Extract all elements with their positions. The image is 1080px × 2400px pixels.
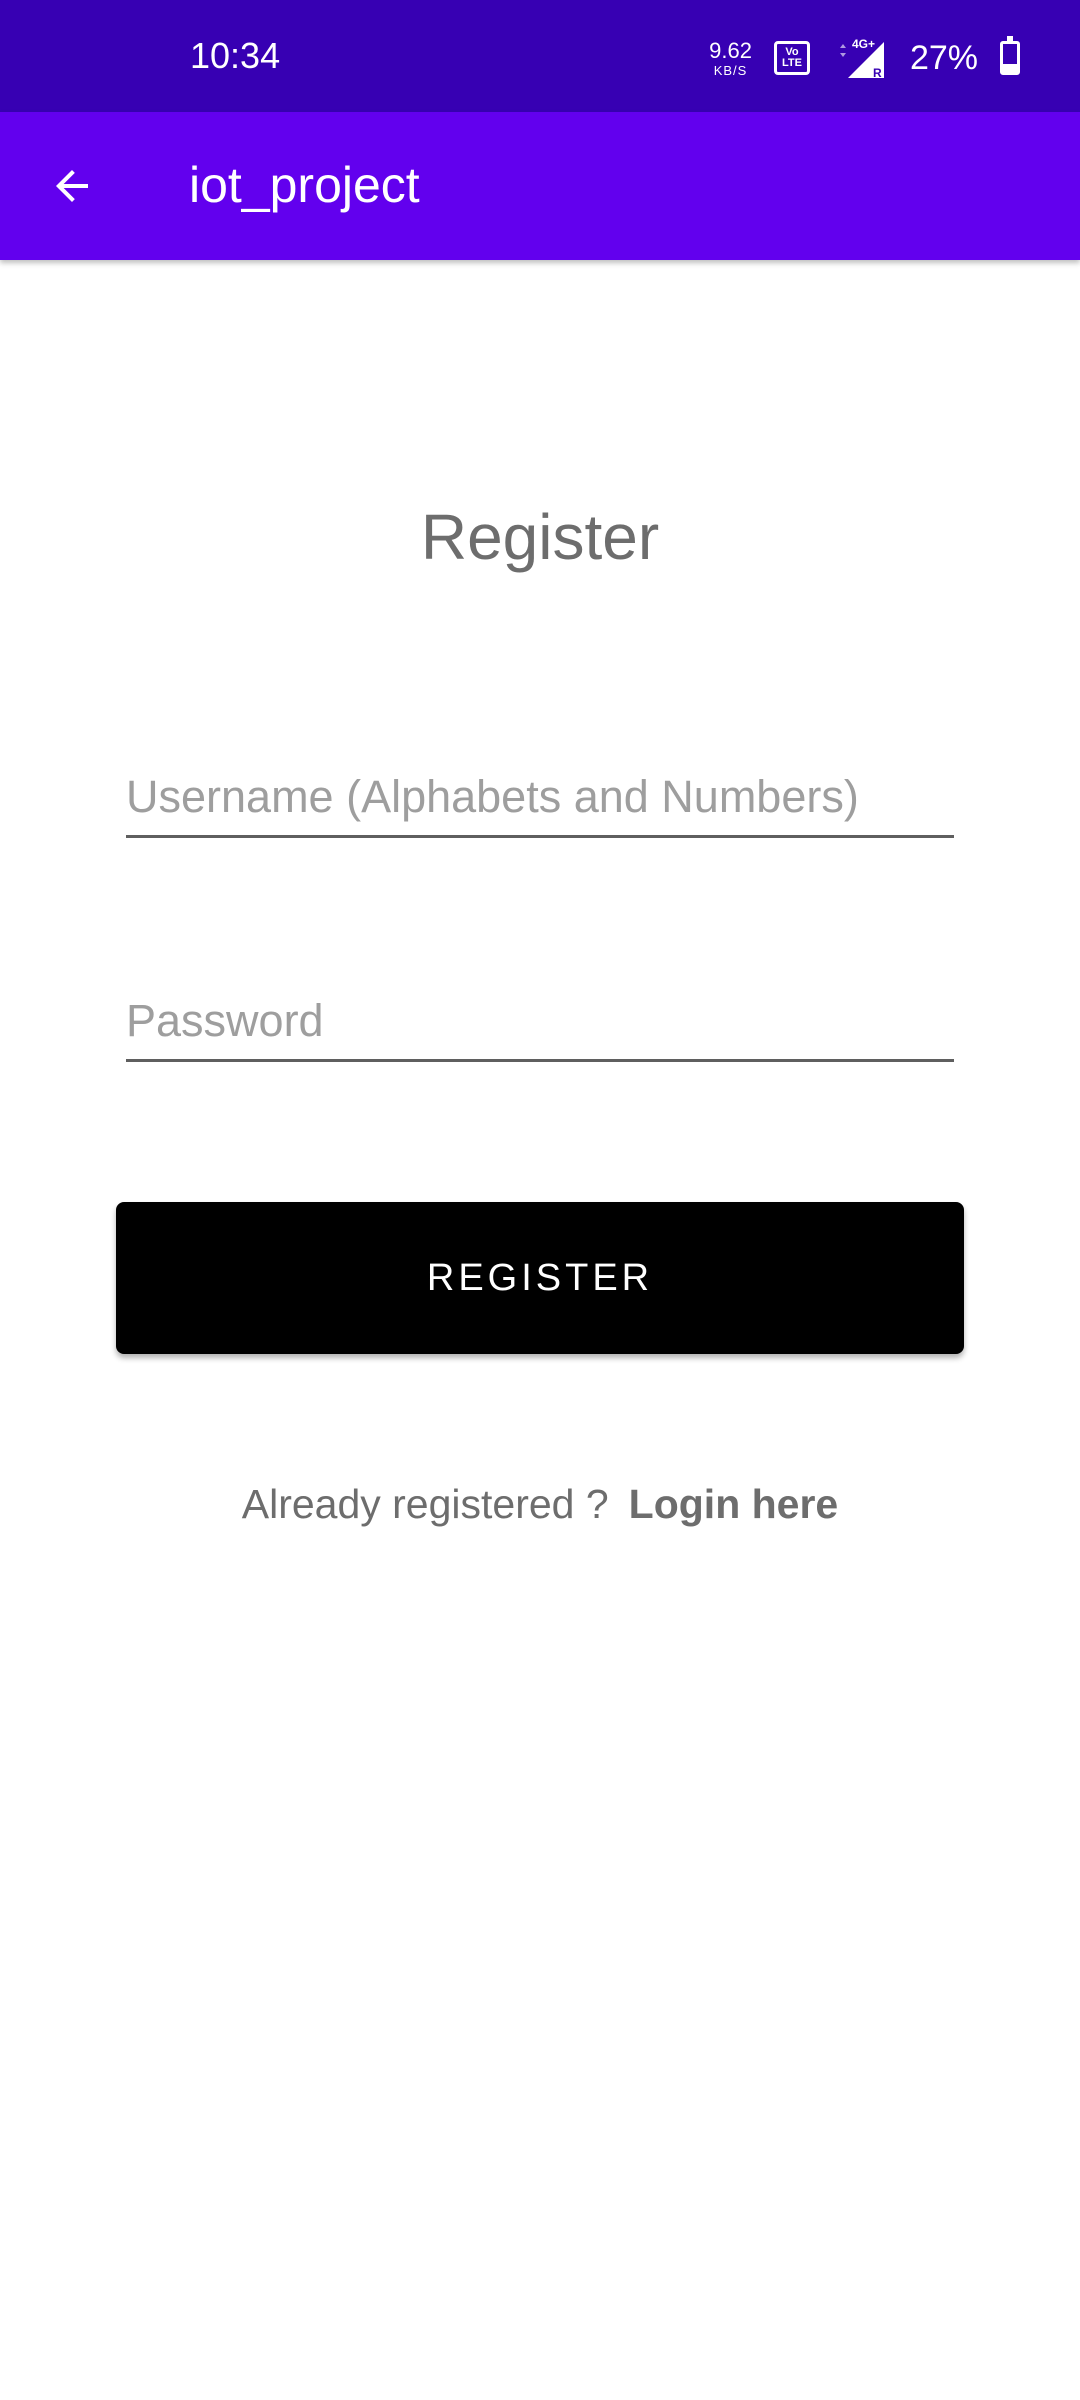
page-title: Register bbox=[420, 501, 660, 573]
network-speed-value: 9.62 bbox=[709, 37, 752, 63]
battery-percent: 27% bbox=[909, 38, 978, 77]
username-field bbox=[126, 768, 954, 838]
network-speed: 9.62 KB/S bbox=[709, 37, 752, 78]
login-link[interactable]: Login here bbox=[629, 1481, 839, 1527]
volte-icon-bottom: LTE bbox=[781, 57, 802, 69]
login-prompt-row: Already registered ? Login here bbox=[0, 1484, 1080, 1525]
login-prompt-text: Already registered ? bbox=[241, 1481, 609, 1527]
status-bar: 10:34 9.62 KB/S Vo LTE 4G+ R 27% bbox=[0, 0, 1080, 112]
username-input[interactable] bbox=[126, 768, 954, 838]
signal-strength-icon: 4G+ R bbox=[839, 37, 884, 80]
password-input[interactable] bbox=[126, 992, 954, 1062]
network-speed-unit: KB/S bbox=[713, 62, 748, 78]
arrow-left-icon bbox=[56, 170, 88, 202]
back-button[interactable] bbox=[34, 148, 110, 224]
register-button[interactable]: REGISTER bbox=[116, 1202, 964, 1354]
app-bar: iot_project bbox=[0, 112, 1080, 260]
network-type-label: 4G+ bbox=[852, 37, 875, 51]
password-field bbox=[126, 992, 954, 1062]
app-title: iot_project bbox=[189, 157, 420, 213]
roaming-label: R bbox=[873, 66, 882, 80]
battery-level-fill bbox=[1003, 64, 1017, 72]
status-time: 10:34 bbox=[190, 35, 281, 76]
battery-icon bbox=[1000, 36, 1020, 75]
status-icons: 9.62 KB/S Vo LTE 4G+ R 27% bbox=[709, 36, 1020, 80]
volte-icon: Vo LTE bbox=[773, 41, 810, 75]
